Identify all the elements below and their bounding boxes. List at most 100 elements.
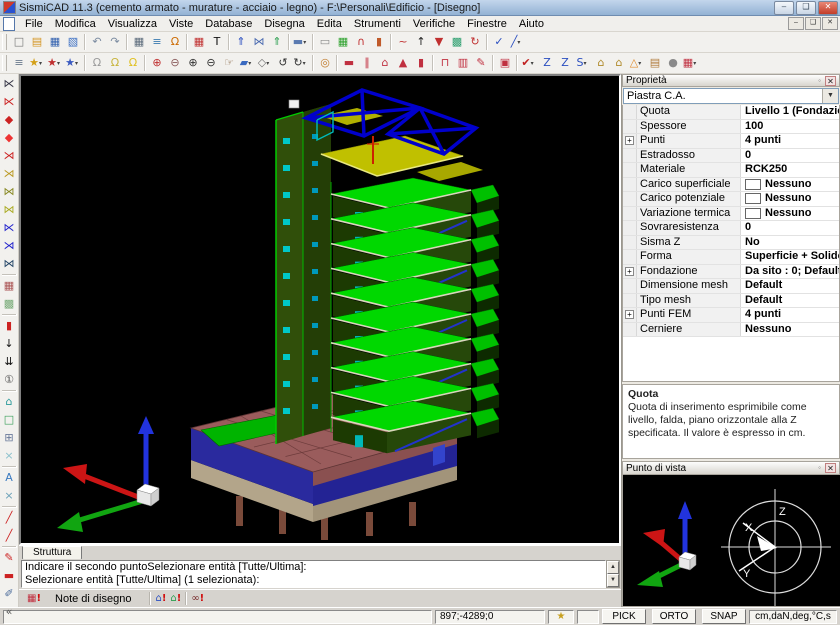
masonry-icon[interactable]: ▤: [646, 54, 664, 72]
menu-file[interactable]: File: [19, 17, 49, 31]
blank-view-icon[interactable]: ▭: [316, 33, 334, 51]
panca-icon[interactable]: ▬: [0, 567, 18, 585]
orbit-icon[interactable]: ↺: [274, 54, 292, 72]
node-restraint-9-icon[interactable]: ⋉: [0, 219, 18, 237]
arch-icon[interactable]: ∩: [352, 33, 370, 51]
plinto-icon[interactable]: ▬: [340, 54, 358, 72]
zoom-window-icon[interactable]: ⊕: [148, 54, 166, 72]
light-dim-icon[interactable]: Ω: [106, 54, 124, 72]
node-restraint-10-icon[interactable]: ⋊: [0, 237, 18, 255]
livello-icon[interactable]: ▩: [0, 295, 18, 313]
criteria-icon[interactable]: ≡: [148, 33, 166, 51]
command-line[interactable]: Indicare il secondo puntoSelezionare ent…: [21, 560, 606, 588]
menu-strumenti[interactable]: Strumenti: [348, 17, 407, 31]
colormap-icon[interactable]: ▩: [448, 33, 466, 51]
steel-profile-icon[interactable]: S▾: [574, 54, 592, 72]
menu-verifiche[interactable]: Verifiche: [407, 17, 461, 31]
box-view-icon[interactable]: ◇▾: [256, 54, 274, 72]
dropdown-arrow-icon[interactable]: ▾: [531, 60, 537, 67]
pilastri-icon[interactable]: ∥: [358, 54, 376, 72]
property-value[interactable]: Default: [741, 294, 839, 308]
zoom-in-icon[interactable]: ⊕: [184, 54, 202, 72]
menu-viste[interactable]: Viste: [163, 17, 199, 31]
matita-icon[interactable]: ✎: [0, 549, 18, 567]
carichi-icon[interactable]: ⇊: [0, 353, 18, 371]
rock-icon[interactable]: ●: [664, 54, 682, 72]
toolbar-grip[interactable]: [2, 55, 7, 71]
collapse-icon[interactable]: «: [0, 603, 18, 621]
node-restraint-11-icon[interactable]: ⋈: [0, 255, 18, 273]
drawing-viewport[interactable]: [19, 74, 621, 545]
falda-icon[interactable]: ▦: [0, 277, 18, 295]
pin-icon[interactable]: ◦: [814, 463, 825, 473]
check-icon[interactable]: ✓: [490, 33, 508, 51]
snap-toggle[interactable]: SNAP: [702, 609, 746, 624]
zoom-out-icon[interactable]: ⊖: [202, 54, 220, 72]
menu-edita[interactable]: Edita: [311, 17, 348, 31]
properties-close-icon[interactable]: ✕: [825, 76, 836, 86]
chevron-down-icon[interactable]: ▼: [822, 89, 838, 103]
dropdown-arrow-icon[interactable]: ▾: [266, 60, 272, 67]
viewpoint-canvas[interactable]: Z X Y: [622, 475, 840, 607]
dropdown-arrow-icon[interactable]: ▾: [303, 39, 309, 46]
expand-icon[interactable]: +: [625, 267, 634, 276]
node-restraint-1-icon[interactable]: ⋉: [0, 75, 18, 93]
favorites-open-icon[interactable]: ★▾: [28, 54, 46, 72]
property-value[interactable]: Nessuno: [741, 207, 839, 221]
wood-icon[interactable]: △▾: [628, 54, 646, 72]
favorites-manage-icon[interactable]: ★▾: [64, 54, 82, 72]
note-next-icon[interactable]: ⌂!: [170, 593, 181, 604]
material-icon[interactable]: Ω: [166, 33, 184, 51]
light-off-icon[interactable]: Ω: [88, 54, 106, 72]
color-box[interactable]: [745, 179, 761, 190]
node-restraint-5-icon[interactable]: ⋊: [0, 147, 18, 165]
penna-icon[interactable]: ✎: [472, 54, 490, 72]
expand-icon[interactable]: +: [625, 136, 634, 145]
entity-type-select[interactable]: Piastra C.A. ▼: [623, 88, 839, 104]
dropdown-arrow-icon[interactable]: ▾: [583, 60, 589, 67]
dropdown-arrow-icon[interactable]: ▾: [75, 60, 81, 67]
thermal-icon[interactable]: ▮: [370, 33, 388, 51]
quota-numero-icon[interactable]: ×: [0, 487, 18, 505]
casa-icon[interactable]: ⌂: [0, 393, 18, 411]
codes-icon[interactable]: ▦: [130, 33, 148, 51]
restore-button[interactable]: ❑: [796, 1, 816, 15]
undo-icon[interactable]: ↶: [88, 33, 106, 51]
property-value[interactable]: Superficie + Solido: [741, 250, 839, 264]
north-arrow-icon[interactable]: ⇑: [232, 33, 250, 51]
foglio-icon[interactable]: ①: [0, 371, 18, 389]
dropdown-arrow-icon[interactable]: ▾: [303, 60, 309, 67]
pick-toggle[interactable]: PICK: [602, 609, 646, 624]
force-icon[interactable]: ↑: [412, 33, 430, 51]
property-value[interactable]: Nessuno: [741, 178, 839, 192]
pan-icon[interactable]: ☞: [220, 54, 238, 72]
dropdown-arrow-icon[interactable]: ▾: [693, 60, 699, 67]
color-box[interactable]: [745, 208, 761, 219]
save-icon[interactable]: ▦: [46, 33, 64, 51]
property-value[interactable]: RCK250: [741, 163, 839, 177]
property-value[interactable]: 0: [741, 221, 839, 235]
truss2-icon[interactable]: ⌂: [610, 54, 628, 72]
property-value[interactable]: Nessuno: [741, 192, 839, 206]
property-value[interactable]: No: [741, 236, 839, 250]
dropdown-arrow-icon[interactable]: ▾: [39, 60, 45, 67]
layers-icon[interactable]: ≡: [10, 54, 28, 72]
property-value[interactable]: 100: [741, 120, 839, 134]
contagocce-icon[interactable]: ✐: [0, 585, 18, 603]
bridge-icon[interactable]: ▦▾: [682, 54, 700, 72]
polilinea-rossa-icon[interactable]: ╱: [0, 527, 18, 545]
menu-database[interactable]: Database: [199, 17, 258, 31]
zoom-previous-icon[interactable]: ⊖: [166, 54, 184, 72]
tetto-icon[interactable]: ▲: [394, 54, 412, 72]
pin-icon[interactable]: ◦: [814, 76, 825, 86]
steel-x2-icon[interactable]: Z: [556, 54, 574, 72]
menu-finestre[interactable]: Finestre: [461, 17, 513, 31]
north-arrow-green-icon[interactable]: ⇑: [268, 33, 286, 51]
solai-icon[interactable]: ▥: [454, 54, 472, 72]
copia-icon[interactable]: ⊞: [0, 429, 18, 447]
quota-testo-icon[interactable]: A: [0, 469, 18, 487]
weather-star-icon[interactable]: ★: [548, 610, 574, 624]
menu-disegna[interactable]: Disegna: [258, 17, 310, 31]
travi-icon[interactable]: ⊓: [436, 54, 454, 72]
scroll-up-icon[interactable]: ▲: [607, 561, 619, 574]
